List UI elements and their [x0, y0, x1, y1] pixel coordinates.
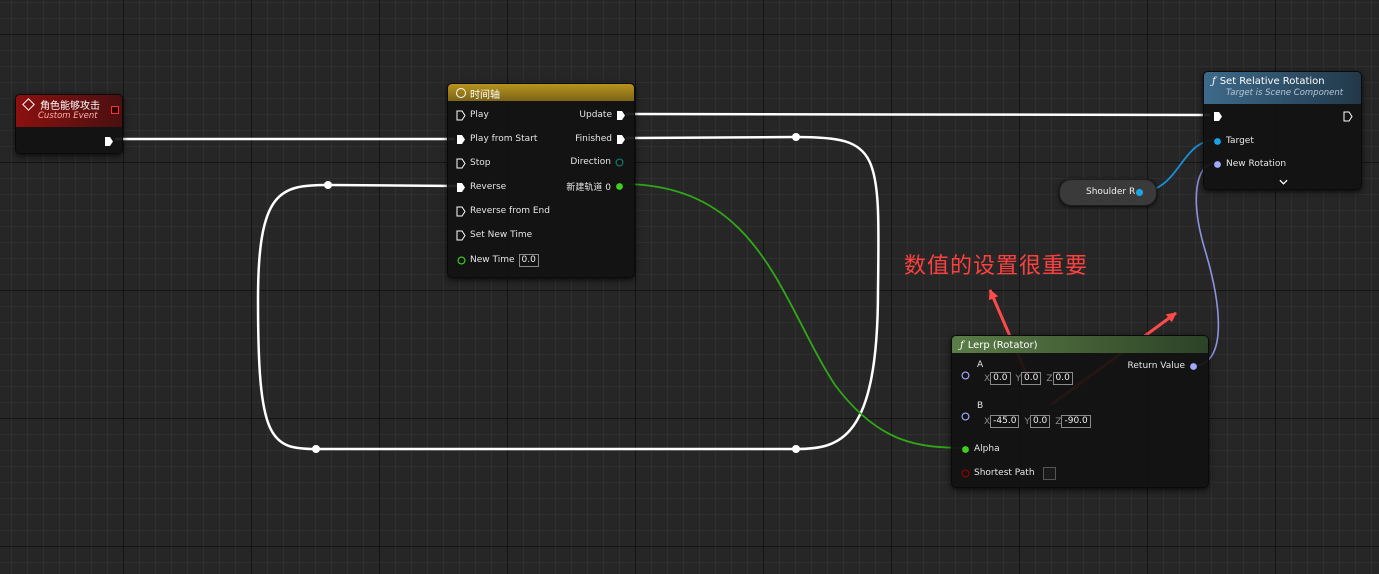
rotator-pin-icon [961, 371, 970, 380]
pin-label: Direction [570, 157, 611, 167]
exec-out-pin-icon[interactable] [104, 136, 114, 147]
delegate-pin-icon[interactable] [111, 106, 119, 114]
a-z-input[interactable]: 0.0 [1052, 372, 1073, 385]
b-z-input[interactable]: -90.0 [1061, 415, 1091, 428]
chevron-down-icon[interactable] [1279, 179, 1288, 185]
lerp-rotator-node[interactable]: ƒ Lerp (Rotator) A X 0.0 Y 0.0 Z 0.0 B X… [951, 335, 1209, 488]
a-values: X 0.0 Y 0.0 Z 0.0 [982, 372, 1073, 385]
pin-label: New Time [470, 255, 515, 265]
float-pin-icon [962, 445, 969, 453]
object-pin-icon[interactable] [1135, 188, 1144, 197]
pin-reverse[interactable]: Reverse [456, 180, 506, 194]
pin-return-value[interactable]: Return Value [1128, 359, 1198, 373]
timeline-header: 时间轴 [448, 84, 634, 101]
exec-in-icon [457, 182, 465, 192]
pin-reverse-from-end[interactable]: Reverse from End [456, 204, 550, 218]
pin-label: Shortest Path [974, 468, 1035, 478]
custom-event-subtitle: Custom Event [38, 111, 98, 121]
exec-out-icon [617, 134, 625, 144]
custom-event-title: 角色能够攻击 [40, 100, 100, 112]
pin-play[interactable]: Play [456, 108, 489, 122]
exec-in-icon [456, 206, 466, 216]
exec-in-icon [456, 158, 466, 168]
pin-shortest-path[interactable]: Shortest Path [961, 466, 1056, 480]
pin-finished[interactable]: Finished [575, 132, 626, 146]
pin-label: New Rotation [1226, 159, 1287, 169]
rotator-pin-icon [1190, 362, 1197, 370]
exec-in-icon [456, 110, 466, 120]
rotator-pin-icon [1214, 160, 1221, 168]
exec-in-icon [456, 230, 466, 240]
pin-label: Stop [470, 158, 491, 168]
float-wire-track-to-alpha [621, 183, 963, 449]
b-y-input[interactable]: 0.0 [1029, 415, 1051, 428]
pin-label: Play [470, 110, 489, 120]
function-icon: ƒ [960, 339, 964, 351]
rotator-pin-icon [961, 412, 970, 421]
float-pin-icon [457, 255, 466, 265]
function-icon: ƒ [1212, 75, 1216, 87]
exec-in-pin-icon[interactable] [1213, 111, 1223, 122]
pin-target[interactable]: Target [1213, 134, 1254, 148]
pin-label: Reverse [470, 182, 507, 192]
pin-label: Set New Time [470, 230, 533, 240]
pin-set-new-time[interactable]: Set New Time [456, 228, 532, 242]
bool-pin-icon [961, 468, 970, 478]
custom-event-header: 角色能够攻击 Custom Event [16, 95, 122, 127]
new-time-input[interactable]: 0.0 [518, 253, 539, 267]
timeline-title: 时间轴 [470, 89, 500, 101]
b-values: X -45.0 Y 0.0 Z -90.0 [982, 415, 1091, 428]
shoulder-r-variable-node[interactable]: Shoulder R [1059, 179, 1157, 206]
pin-stop[interactable]: Stop [456, 156, 490, 170]
pin-label: 新建轨道 0 [566, 182, 611, 193]
pin-track-0[interactable]: 新建轨道 0 [566, 179, 624, 193]
event-diamond-icon [22, 97, 35, 111]
set-rotation-subtitle: Target is Scene Component [1226, 88, 1344, 98]
exec-out-pin-icon[interactable] [1343, 111, 1353, 122]
enum-pin-icon [615, 157, 624, 167]
pin-new-rotation[interactable]: New Rotation [1213, 157, 1286, 171]
pin-label: Update [579, 110, 612, 120]
pin-label: B [977, 401, 984, 411]
pin-direction[interactable]: Direction [570, 155, 624, 169]
pin-new-time[interactable]: New Time 0.0 [457, 253, 539, 267]
shortest-path-checkbox[interactable] [1042, 466, 1056, 480]
object-pin-icon [1214, 137, 1221, 145]
pin-label: Finished [575, 134, 612, 144]
pin-label: Target [1226, 136, 1254, 146]
lerp-title: Lerp (Rotator) [967, 339, 1038, 351]
a-y-input[interactable]: 0.0 [1021, 372, 1042, 385]
annotation-text: 数值的设置很重要 [904, 254, 1089, 279]
pin-label: Play from Start [470, 134, 538, 144]
set-relative-rotation-node[interactable]: ƒ Set Relative Rotation Target is Scene … [1203, 71, 1362, 190]
exec-in-icon [457, 134, 465, 144]
float-pin-icon [616, 182, 623, 190]
pin-play-from-start[interactable]: Play from Start [456, 132, 537, 146]
custom-event-node[interactable]: 角色能够攻击 Custom Event [15, 94, 123, 154]
exec-out-icon [617, 110, 625, 120]
set-rotation-title: Set Relative Rotation [1219, 75, 1325, 87]
timeline-node[interactable]: 时间轴 Play Play from Start Stop Reverse Re… [447, 83, 635, 278]
b-x-input[interactable]: -45.0 [990, 415, 1020, 428]
set-rotation-header: ƒ Set Relative Rotation Target is Scene … [1204, 72, 1361, 104]
pin-update[interactable]: Update [579, 108, 626, 122]
exec-wire-update-to-set-rotation [625, 112, 1211, 117]
pin-label: Alpha [974, 444, 1000, 454]
pin-alpha[interactable]: Alpha [961, 442, 1000, 456]
a-x-input[interactable]: 0.0 [990, 372, 1011, 385]
lerp-header: ƒ Lerp (Rotator) [952, 336, 1208, 353]
pin-label: A [977, 360, 984, 370]
clock-icon [456, 88, 466, 98]
pin-label: Reverse from End [470, 206, 550, 216]
variable-label: Shoulder R [1086, 187, 1136, 197]
pin-label: Return Value [1127, 361, 1185, 371]
